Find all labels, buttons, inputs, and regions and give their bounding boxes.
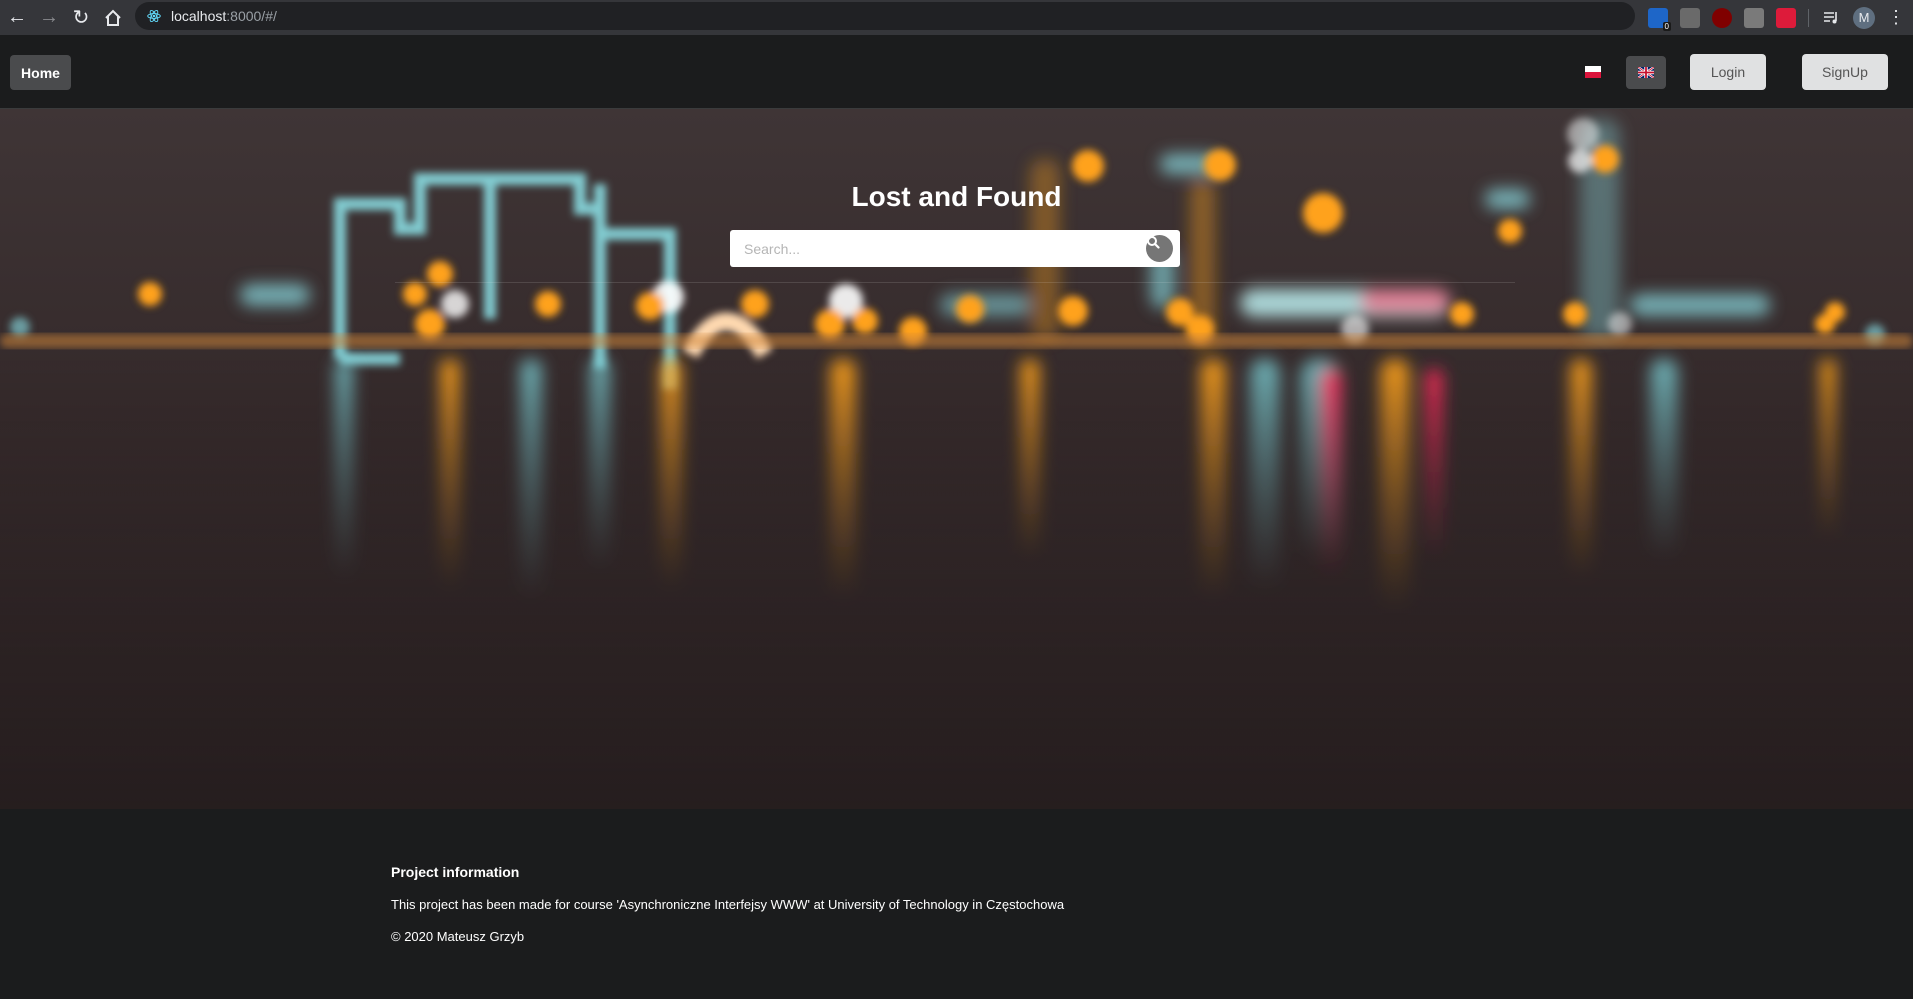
extension-icon[interactable] — [1680, 7, 1700, 28]
ublock-icon[interactable] — [1712, 7, 1732, 28]
page-title: Lost and Found — [851, 181, 1062, 212]
search-box — [730, 230, 1180, 267]
browser-toolbar: ← → ↻ localhost:8000/#/ 0 M ⋮ — [0, 0, 1913, 35]
toolbar-divider — [1808, 8, 1809, 27]
footer: Project information This project has bee… — [0, 809, 1913, 999]
reload-icon[interactable]: ↻ — [66, 3, 96, 33]
profile-avatar[interactable]: M — [1853, 6, 1875, 29]
polish-flag-icon[interactable] — [1585, 66, 1601, 78]
signup-button[interactable]: SignUp — [1802, 54, 1888, 90]
hero-section: Lost and Found — [0, 109, 1913, 809]
footer-description: This project has been made for course 'A… — [391, 897, 1065, 912]
app-navbar: Home Login SignUp — [0, 36, 1913, 109]
menu-icon[interactable]: ⋮ — [1887, 7, 1905, 28]
english-language-button[interactable] — [1626, 56, 1666, 89]
uk-flag-icon — [1638, 67, 1654, 78]
hero-divider — [395, 282, 1515, 283]
react-icon — [147, 9, 161, 23]
url-text: localhost:8000/#/ — [171, 8, 277, 24]
footer-copyright: © 2020 Mateusz Grzyb — [391, 929, 525, 944]
address-bar[interactable]: localhost:8000/#/ — [135, 2, 1635, 30]
login-button[interactable]: Login — [1690, 54, 1766, 90]
forward-icon[interactable]: → — [34, 3, 64, 33]
magnifier-extension-icon[interactable] — [1744, 7, 1764, 28]
footer-heading: Project information — [391, 864, 520, 880]
city-bokeh-background — [0, 118, 1913, 809]
extension-icon[interactable]: 0 — [1648, 7, 1671, 31]
home-icon[interactable] — [98, 3, 128, 33]
search-icon — [1147, 236, 1160, 249]
back-icon[interactable]: ← — [2, 3, 32, 33]
playlist-icon[interactable] — [1821, 8, 1841, 28]
search-button[interactable] — [1146, 235, 1173, 262]
extension-badge: 0 — [1662, 21, 1671, 31]
home-button[interactable]: Home — [10, 55, 71, 90]
search-input[interactable] — [730, 230, 1148, 267]
angular-icon[interactable] — [1776, 7, 1796, 28]
